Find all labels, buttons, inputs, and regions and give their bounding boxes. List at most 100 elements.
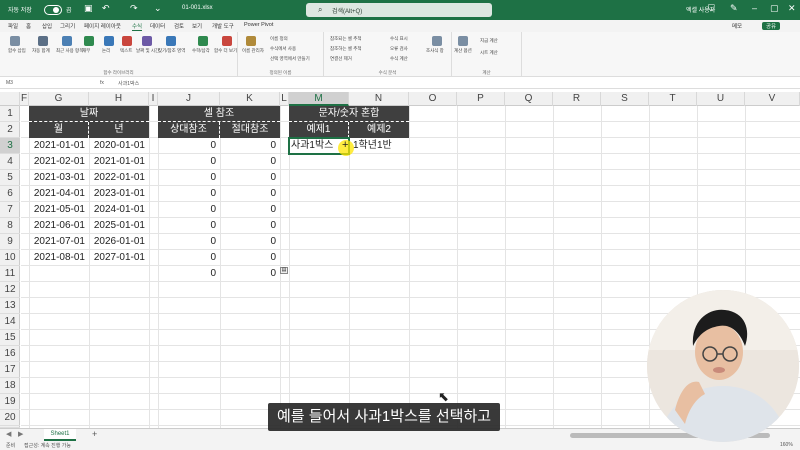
year-cell[interactable]: 2024-01-01 <box>89 202 149 218</box>
shield-icon[interactable]: ⛉ <box>708 3 715 14</box>
relative-ref-cell[interactable]: 0 <box>158 202 220 218</box>
tab-formulas[interactable]: 수식 <box>132 22 143 31</box>
trace-dependents-button[interactable]: 참조하는 셀 추적 <box>330 46 361 52</box>
column-header[interactable]: S <box>601 92 649 106</box>
text-button[interactable]: 텍스트 <box>120 48 132 54</box>
accessibility-status[interactable]: 접근성: 계속 진행 가능 <box>24 442 71 449</box>
relative-ref-cell[interactable]: 0 <box>158 234 220 250</box>
next-sheet-icon[interactable]: ▶ <box>18 430 23 438</box>
year-cell[interactable]: 2023-01-01 <box>89 186 149 202</box>
use-in-formula-button[interactable]: 수식에서 사용 <box>270 46 296 52</box>
column-header[interactable]: U <box>697 92 745 106</box>
watch-window-button[interactable]: 조사식 창 <box>426 48 444 54</box>
row-header[interactable]: 9 <box>0 234 20 250</box>
evaluate-formula-button[interactable]: 수식 계산 <box>390 56 408 62</box>
row-header[interactable]: 18 <box>0 378 20 394</box>
paste-options-icon[interactable]: ▤ <box>280 267 288 274</box>
column-header[interactable]: P <box>457 92 505 106</box>
financial-button[interactable]: 재무 <box>82 48 90 54</box>
row-header-selected[interactable]: 3 <box>0 138 20 154</box>
year-cell[interactable]: 2021-01-01 <box>89 154 149 170</box>
lookup-button[interactable]: 찾기/참조 영역 <box>158 48 185 54</box>
row-header[interactable]: 20 <box>0 410 20 426</box>
row-header[interactable]: 15 <box>0 330 20 346</box>
share-button[interactable]: 공유 <box>762 22 781 30</box>
row-header[interactable]: 6 <box>0 186 20 202</box>
tab-view[interactable]: 보기 <box>192 22 202 30</box>
year-cell[interactable]: 2025-01-01 <box>89 218 149 234</box>
customize-icon[interactable]: ⌄ <box>154 3 162 14</box>
column-header[interactable]: F <box>20 92 29 106</box>
absolute-ref-cell[interactable]: 0 <box>220 218 280 234</box>
recent-button[interactable]: 최근 사용 항목 <box>56 48 83 54</box>
relative-ref-cell[interactable]: 0 <box>158 186 220 202</box>
month-cell[interactable]: 2021-06-01 <box>29 218 89 234</box>
year-cell[interactable]: 2027-01-01 <box>89 250 149 266</box>
define-name-button[interactable]: 이름 정의 <box>270 36 288 42</box>
insert-function-button[interactable]: 함수 삽입 <box>8 48 26 54</box>
column-header[interactable]: J <box>158 92 220 106</box>
month-header[interactable]: 월 <box>29 122 89 138</box>
column-header[interactable]: O <box>409 92 457 106</box>
year-header[interactable]: 년 <box>89 122 149 138</box>
zoom-level[interactable]: 160% <box>780 442 793 448</box>
tab-developer[interactable]: 개발 도구 <box>212 22 234 30</box>
ref-block-title[interactable]: 셀 참조 <box>158 106 280 122</box>
example2-cell[interactable]: 1학년1반 <box>349 138 409 154</box>
prev-sheet-icon[interactable]: ◀ <box>6 430 11 438</box>
tab-home[interactable]: 홈 <box>26 22 31 30</box>
name-box[interactable]: M3 <box>6 80 13 86</box>
column-header-selected[interactable]: M <box>289 92 349 106</box>
autosave-toggle[interactable] <box>44 5 62 15</box>
row-header[interactable]: 17 <box>0 362 20 378</box>
logical-button[interactable]: 논리 <box>102 48 110 54</box>
month-cell[interactable]: 2021-08-01 <box>29 250 89 266</box>
absolute-ref-cell[interactable]: 0 <box>220 266 280 282</box>
column-header[interactable]: L <box>280 92 289 106</box>
column-header[interactable]: T <box>649 92 697 106</box>
row-header[interactable]: 13 <box>0 298 20 314</box>
relative-ref-header[interactable]: 상대참조 <box>158 122 220 138</box>
column-header[interactable]: H <box>89 92 149 106</box>
sheet-tab[interactable]: Sheet1 <box>44 429 76 441</box>
datetime-button[interactable]: 날짜 및 시간 <box>136 48 159 54</box>
create-from-selection-button[interactable]: 선택 영역에서 만들기 <box>270 56 310 62</box>
column-header[interactable]: V <box>745 92 800 106</box>
month-cell[interactable]: 2021-05-01 <box>29 202 89 218</box>
row-header[interactable]: 7 <box>0 202 20 218</box>
search-box[interactable]: ⌕ 검색(Alt+Q) <box>306 3 492 17</box>
row-header[interactable]: 11 <box>0 266 20 282</box>
remove-arrows-button[interactable]: 연결선 제거 <box>330 56 352 62</box>
absolute-ref-cell[interactable]: 0 <box>220 250 280 266</box>
relative-ref-cell[interactable]: 0 <box>158 250 220 266</box>
year-cell[interactable]: 2020-01-01 <box>89 138 149 154</box>
fx-label[interactable]: fx <box>100 80 104 86</box>
more-functions-button[interactable]: 함수 더 보기 <box>214 48 237 54</box>
error-checking-button[interactable]: 오류 검사 <box>390 46 408 52</box>
column-header[interactable]: G <box>29 92 89 106</box>
absolute-ref-cell[interactable]: 0 <box>220 170 280 186</box>
row-header[interactable]: 12 <box>0 282 20 298</box>
column-header[interactable]: R <box>553 92 601 106</box>
column-header[interactable]: N <box>349 92 409 106</box>
month-cell[interactable]: 2021-02-01 <box>29 154 89 170</box>
row-header[interactable]: 1 <box>0 106 20 122</box>
month-cell[interactable]: 2021-01-01 <box>29 138 89 154</box>
formula-input[interactable]: 사과1박스 <box>118 80 139 87</box>
row-header[interactable]: 2 <box>0 122 20 138</box>
autosum-button[interactable]: 자동 합계 <box>32 48 50 54</box>
maximize-icon[interactable]: ▢ <box>770 3 779 14</box>
relative-ref-cell[interactable]: 0 <box>158 154 220 170</box>
relative-ref-cell[interactable]: 0 <box>158 138 220 154</box>
add-sheet-icon[interactable]: + <box>92 429 97 439</box>
absolute-ref-header[interactable]: 절대참조 <box>220 122 280 138</box>
example2-header[interactable]: 예제2 <box>349 122 409 138</box>
row-header[interactable]: 5 <box>0 170 20 186</box>
relative-ref-cell[interactable]: 0 <box>158 170 220 186</box>
file-name[interactable]: 01-001.xlsx <box>182 5 213 11</box>
calc-sheet-button[interactable]: 시트 계산 <box>480 50 498 56</box>
tab-review[interactable]: 검토 <box>174 22 184 30</box>
calc-options-button[interactable]: 계산 옵션 <box>454 48 472 54</box>
year-cell[interactable]: 2026-01-01 <box>89 234 149 250</box>
tab-draw[interactable]: 그리기 <box>60 22 75 30</box>
